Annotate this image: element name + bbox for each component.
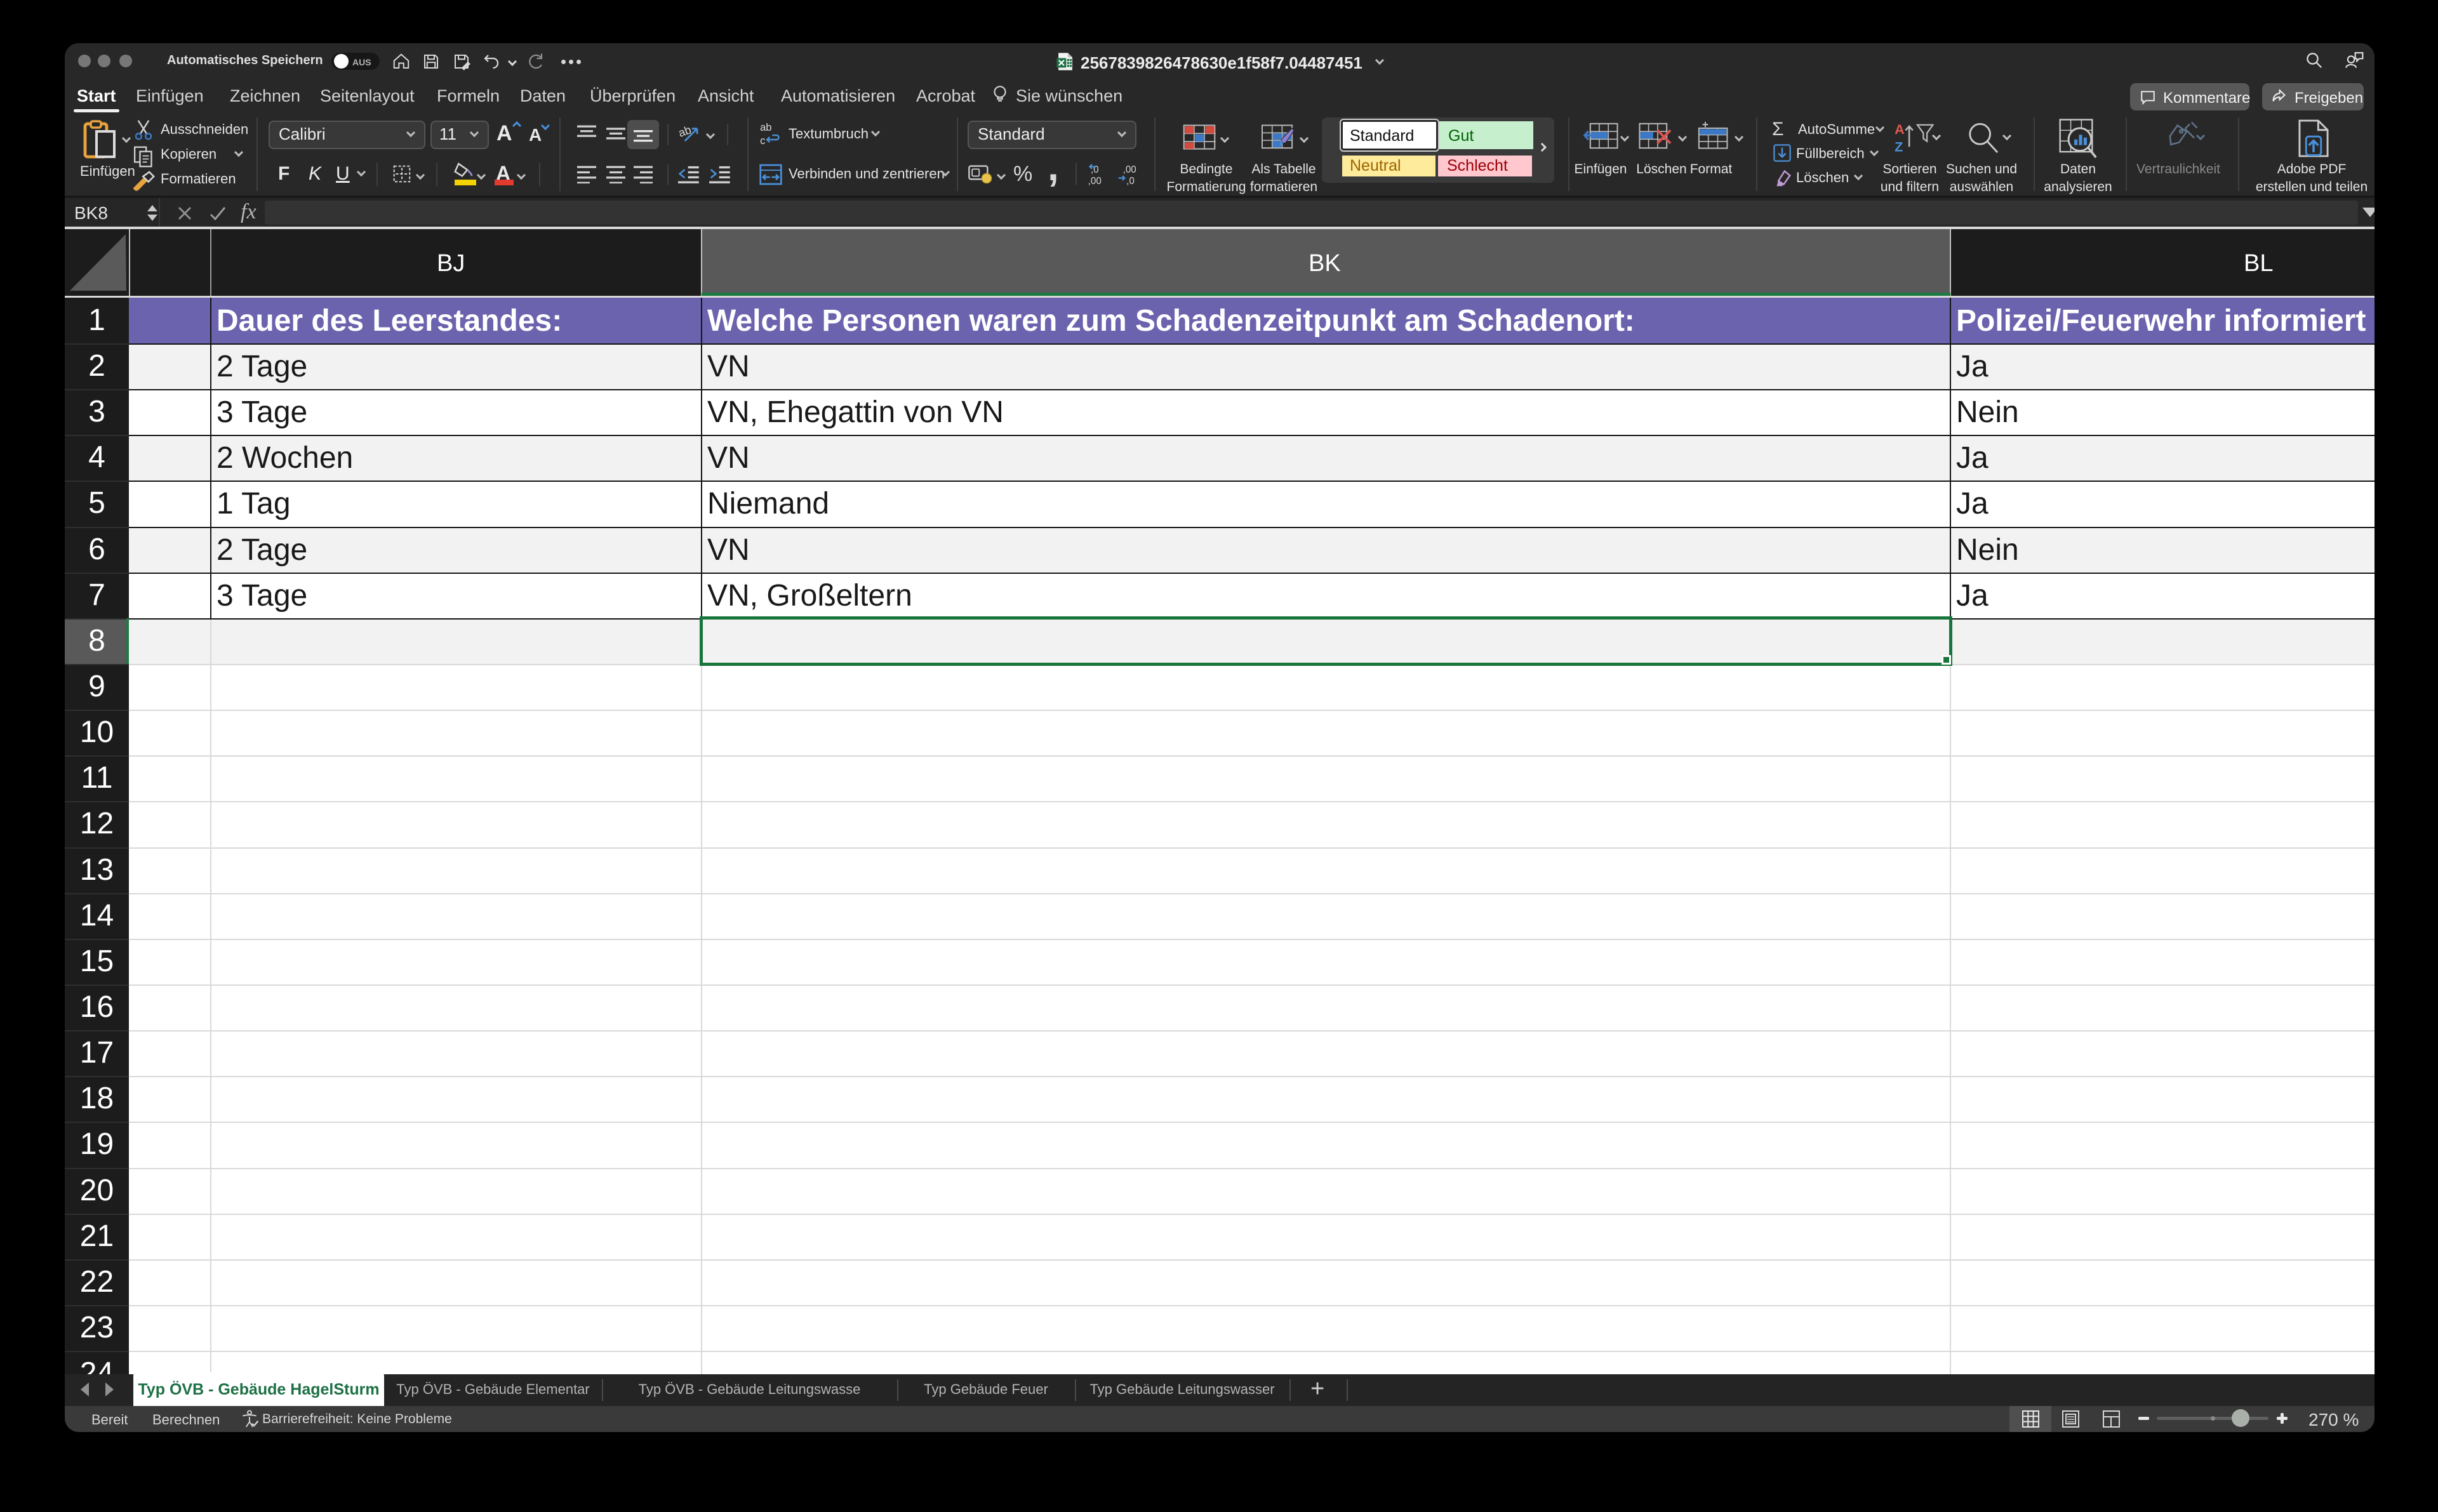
svg-text:ab: ab bbox=[679, 123, 693, 140]
svg-text:c: c bbox=[760, 135, 765, 147]
svg-text:ab: ab bbox=[760, 121, 771, 133]
svg-text:Z: Z bbox=[1895, 139, 1903, 154]
svg-text:A: A bbox=[1895, 122, 1905, 137]
